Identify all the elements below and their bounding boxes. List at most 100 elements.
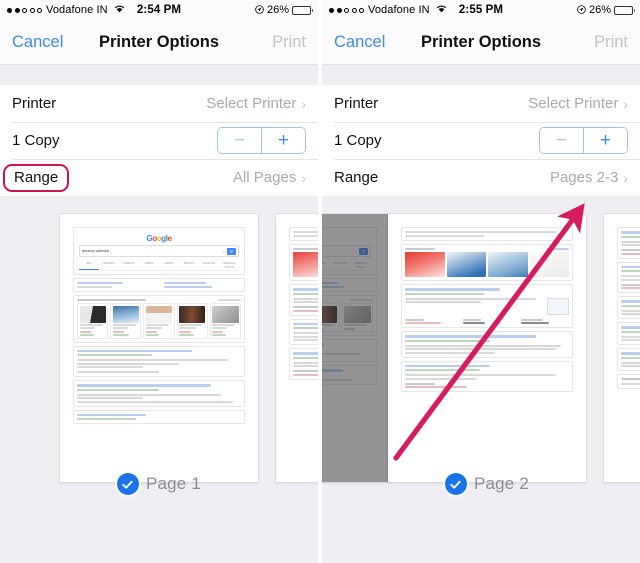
status-right: 26% <box>255 4 313 16</box>
google-logo: Google <box>146 234 172 243</box>
page-preview-strip[interactable]: Google desktop calendar × ⚲ ALL IMAGES V… <box>322 196 640 521</box>
page-thumbnail-1-dimmed[interactable]: Google desktop calendar × ⚲ ALL IMAGES V… <box>322 214 390 482</box>
images-card <box>401 244 573 281</box>
page-thumbnail-2-partial[interactable] <box>276 214 318 482</box>
settings-list: Printer Select Printer › 1 Copy − + Rang… <box>0 85 318 196</box>
tab-search-tools[interactable]: SEARCH TOOLS <box>219 259 239 270</box>
nav-bar: Cancel Printer Options Print <box>0 20 318 65</box>
calendar-image[interactable] <box>446 252 486 277</box>
page-content <box>614 224 640 472</box>
organic-result[interactable] <box>289 284 318 316</box>
google-logo: Google <box>322 231 373 245</box>
calendar-image[interactable] <box>405 252 445 277</box>
shopping-item[interactable] <box>209 303 242 339</box>
status-bar: Vodafone IN 2:55 PM 26% <box>322 0 640 20</box>
row-printer[interactable]: Printer Select Printer › <box>0 85 318 122</box>
page-badge-2: Page 2 <box>388 473 586 495</box>
tab-all[interactable]: ALL <box>79 259 99 270</box>
decrement-button[interactable]: − <box>218 128 261 153</box>
chevron-right-icon: › <box>301 95 306 112</box>
organic-result[interactable] <box>289 348 318 380</box>
page-label: Page 1 <box>145 474 202 493</box>
organic-result[interactable] <box>289 318 318 345</box>
row-printer[interactable]: Printer Select Printer › <box>322 85 640 122</box>
tab-videos[interactable]: VIDEOS <box>119 259 139 270</box>
range-right: Pages 2-3 › <box>550 169 628 186</box>
printer-right: Select Printer › <box>206 95 306 112</box>
tab-news[interactable]: NEWS <box>139 259 159 270</box>
organic-result[interactable] <box>73 409 245 424</box>
shopping-item[interactable] <box>322 303 340 332</box>
print-button[interactable]: Print <box>594 33 628 52</box>
footer-area <box>0 517 318 563</box>
tab-flights[interactable]: FLIGHTS <box>331 259 351 270</box>
copies-stepper[interactable]: − + <box>539 127 628 154</box>
organic-result[interactable] <box>617 322 640 345</box>
search-tabs[interactable]: ALL IMAGES VIDEOS NEWS MAPS BOOKS FLIGHT… <box>322 259 371 271</box>
page-thumbnail-3-partial[interactable] <box>604 214 640 482</box>
check-circle-icon[interactable] <box>116 473 139 495</box>
battery-percent: 26% <box>266 4 289 16</box>
search-tabs[interactable]: ALL IMAGES VIDEOS NEWS MAPS BOOKS FLIGHT… <box>79 259 239 271</box>
shopping-item[interactable] <box>110 303 142 339</box>
organic-result[interactable] <box>617 227 640 259</box>
tab-books[interactable]: BOOKS <box>322 259 331 270</box>
location-arrow-icon <box>577 4 586 16</box>
tab-books[interactable]: BOOKS <box>179 259 199 270</box>
organic-result[interactable] <box>73 345 245 377</box>
increment-button[interactable]: + <box>261 128 305 153</box>
battery-percent: 26% <box>588 4 611 16</box>
shopping-item[interactable] <box>143 303 175 339</box>
copies-right: − + <box>217 127 306 154</box>
tab-search-tools[interactable]: SEARCH TOOLS <box>351 259 371 270</box>
battery-icon <box>614 5 635 15</box>
row-range[interactable]: Range All Pages › <box>0 159 318 196</box>
organic-result[interactable] <box>73 380 245 407</box>
shopping-item[interactable] <box>77 303 109 339</box>
tab-maps[interactable]: MAPS <box>159 259 179 270</box>
calendar-image[interactable] <box>529 252 569 277</box>
printer-label: Printer <box>334 95 379 112</box>
check-circle-icon[interactable] <box>444 473 467 495</box>
shopping-item[interactable] <box>341 303 374 332</box>
shopping-item[interactable] <box>176 303 208 339</box>
increment-button[interactable]: + <box>583 128 627 153</box>
organic-result[interactable] <box>322 365 377 385</box>
page-badge-1: Page 1 <box>60 473 258 495</box>
calendar-image[interactable] <box>488 252 528 277</box>
clear-x-icon[interactable]: × <box>355 249 357 254</box>
shopping-results <box>77 303 242 339</box>
snippet-card <box>289 227 318 241</box>
tab-images[interactable]: IMAGES <box>99 259 119 270</box>
shopping-card <box>322 295 377 336</box>
organic-result[interactable] <box>617 296 640 319</box>
copies-stepper[interactable]: − + <box>217 127 306 154</box>
row-copies: 1 Copy − + <box>0 122 318 159</box>
organic-result[interactable] <box>401 284 573 328</box>
search-input[interactable]: desktop calendar × ⚲ <box>79 245 239 257</box>
row-range[interactable]: Range Pages 2-3 › <box>322 159 640 196</box>
tab-flights[interactable]: FLIGHTS <box>199 259 219 270</box>
print-button[interactable]: Print <box>272 33 306 52</box>
copies-label: 1 Copy <box>12 132 60 149</box>
search-input[interactable]: desktop calendar × ⚲ <box>322 245 371 257</box>
page-label: Page 2 <box>473 474 530 493</box>
printer-value: Select Printer <box>206 95 297 112</box>
range-label-highlight: Range <box>3 163 70 192</box>
clear-x-icon[interactable]: × <box>223 249 225 254</box>
page-thumbnail-1[interactable]: Google desktop calendar × ⚲ ALL IMAGES V… <box>60 214 258 482</box>
images-card <box>289 244 318 281</box>
page-thumbnail-2[interactable] <box>388 214 586 482</box>
search-icon[interactable]: ⚲ <box>227 247 236 255</box>
status-right: 26% <box>577 4 635 16</box>
organic-result[interactable] <box>401 331 573 358</box>
snippet-card <box>401 227 573 241</box>
organic-result[interactable] <box>617 348 640 371</box>
decrement-button[interactable]: − <box>540 128 583 153</box>
organic-result[interactable] <box>401 360 573 392</box>
page-preview-strip[interactable]: Google desktop calendar × ⚲ ALL IMAGES V… <box>0 196 318 521</box>
organic-result[interactable] <box>617 261 640 293</box>
search-icon[interactable]: ⚲ <box>359 247 368 255</box>
organic-result[interactable] <box>322 339 377 362</box>
row-copies: 1 Copy − + <box>322 122 640 159</box>
